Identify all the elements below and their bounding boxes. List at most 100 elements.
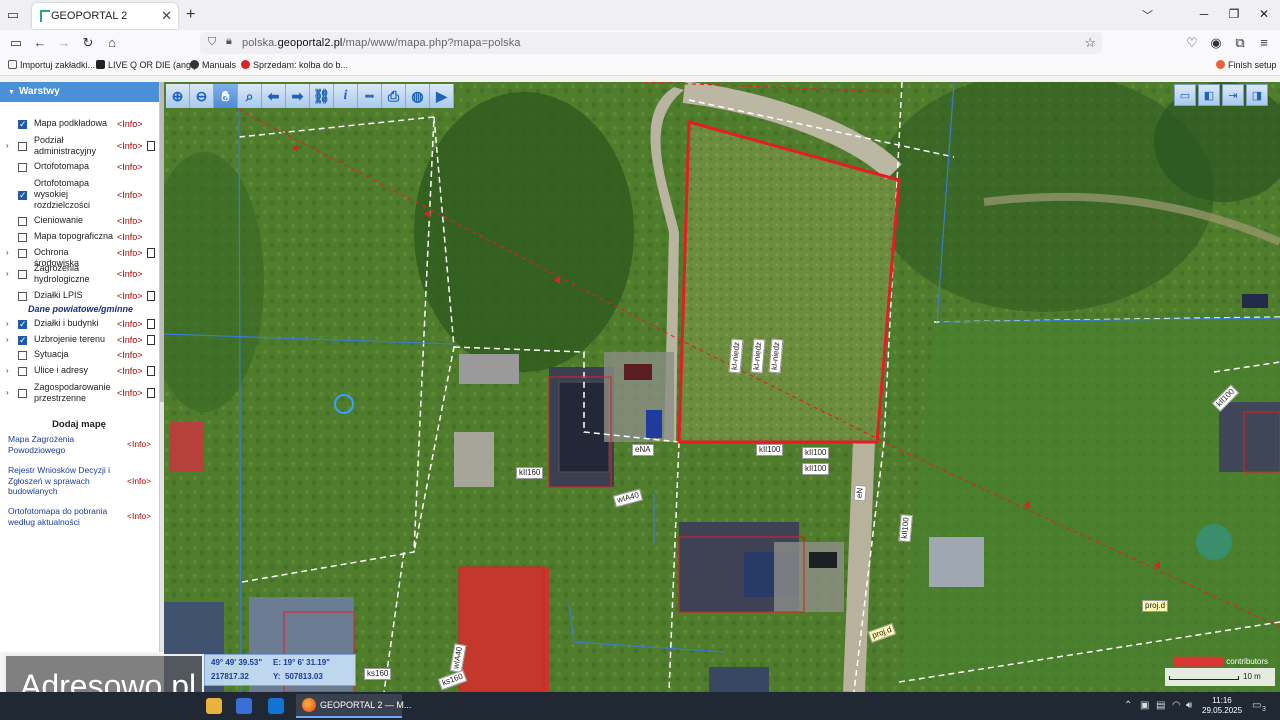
layer-row[interactable]: › Działki i budynki <Info> xyxy=(0,318,158,330)
clock[interactable]: 11:16 29.05.2025 xyxy=(1202,696,1242,716)
document-icon[interactable] xyxy=(147,291,155,301)
layer-info-link[interactable]: <Info> xyxy=(117,388,143,398)
restore-icon[interactable]: ❐ xyxy=(1224,7,1244,21)
bookmark-manuals[interactable]: Manuals xyxy=(190,60,236,70)
document-icon[interactable] xyxy=(147,366,155,376)
layer-checkbox[interactable] xyxy=(18,367,27,376)
layer-row[interactable]: › Zagospodarowanie przestrzenne <Info> xyxy=(0,382,158,404)
layer-info-link[interactable]: <Info> xyxy=(117,232,143,242)
bookmark-import[interactable]: Importuj zakładki... xyxy=(8,60,95,70)
reload-icon[interactable]: ↻ xyxy=(80,35,96,51)
layer-checkbox[interactable] xyxy=(18,351,27,360)
measure-icon[interactable]: ┅ xyxy=(358,84,382,108)
tray-app-icon[interactable]: ▤ xyxy=(1156,700,1165,711)
layer-row[interactable]: Cieniowanie <Info> xyxy=(0,215,158,226)
export-icon[interactable]: ⇥ xyxy=(1222,84,1244,106)
layer-info-link[interactable]: <Info> xyxy=(117,162,143,172)
layer-row[interactable]: Sytuacja <Info> xyxy=(0,349,158,360)
layer-checkbox[interactable] xyxy=(18,318,27,330)
layer-row[interactable]: Działki LPIS <Info> xyxy=(0,290,158,301)
tab-overview-icon[interactable]: ▭ xyxy=(4,6,22,24)
previous-view-icon[interactable]: ⬅︎ xyxy=(262,84,286,108)
expand-chevron-icon[interactable]: › xyxy=(6,388,9,397)
expand-chevron-icon[interactable]: › xyxy=(6,269,9,278)
menu-icon[interactable]: ≡ xyxy=(1256,35,1272,51)
bookmark-star-icon[interactable]: ☆ xyxy=(1084,35,1096,51)
layer-row[interactable]: Mapa topograficzna <Info> xyxy=(0,231,158,242)
sidebar-toggle-icon[interactable]: ▭ xyxy=(8,35,24,51)
layer-info-link[interactable]: <Info> xyxy=(117,366,143,376)
close-tab-icon[interactable]: ✕ xyxy=(161,8,172,24)
wifi-icon[interactable]: ◠ xyxy=(1172,700,1181,711)
layer-info-link[interactable]: <Info> xyxy=(117,291,143,301)
info-icon[interactable]: i xyxy=(334,84,358,108)
layer-info-link[interactable]: <Info> xyxy=(117,319,143,329)
next-view-icon[interactable]: ➡︎ xyxy=(286,84,310,108)
layer-info-link[interactable]: <Info> xyxy=(117,350,143,360)
layer-info-link[interactable]: <Info> xyxy=(117,141,143,151)
tray-app-icon[interactable]: ▣ xyxy=(1140,700,1149,711)
layer-row[interactable]: › Ochrona środowiska <Info> xyxy=(0,247,158,268)
zoom-in-icon[interactable]: ⊕ xyxy=(166,84,190,108)
window-close-icon[interactable]: ✕ xyxy=(1254,7,1274,21)
expand-chevron-icon[interactable]: › xyxy=(6,141,9,150)
expand-chevron-icon[interactable]: › xyxy=(6,248,9,257)
account-icon[interactable]: ◉ xyxy=(1208,35,1224,51)
chevron-down-icon[interactable]: ﹀ xyxy=(1142,7,1153,23)
print-icon[interactable]: ⎙ xyxy=(382,84,406,108)
layer-info-link[interactable]: <Info> xyxy=(117,335,143,345)
map-canvas[interactable]: kIl100 kIl100 kIl100 kIl100 eNA eN kIl16… xyxy=(164,82,1280,692)
layer-checkbox[interactable] xyxy=(18,292,27,301)
extra-map-info[interactable]: <Info> xyxy=(127,476,151,486)
extra-map-link[interactable]: Ortofotomapa do pobrania według aktualno… xyxy=(8,506,120,527)
layer-checkbox[interactable] xyxy=(18,142,27,151)
video-icon[interactable]: ▶ xyxy=(430,84,454,108)
layer-row[interactable]: › Ulice i adresy <Info> xyxy=(0,365,158,376)
taskbar-firefox[interactable]: GEOPORTAL 2 — M... xyxy=(296,694,411,718)
layer-checkbox[interactable] xyxy=(18,118,27,130)
layer-row[interactable]: › Zagrożenia hydrologiczne <Info> xyxy=(0,263,158,285)
pan-hand-icon[interactable]: ✋︎ xyxy=(214,84,238,108)
url-bar[interactable]: ⛉ 🔒︎ polska.geoportal2.pl/map/www/mapa.p… xyxy=(200,32,1102,54)
forward-icon[interactable]: → xyxy=(56,35,72,51)
layer-row[interactable]: Mapa podkładowa <Info> xyxy=(0,118,158,130)
layout-left-icon[interactable]: ◧ xyxy=(1198,84,1220,106)
notifications-icon[interactable]: ▭ xyxy=(1252,700,1261,711)
layer-checkbox[interactable] xyxy=(18,189,27,201)
outlook-icon[interactable] xyxy=(268,698,284,714)
bookmark-finish-setup[interactable]: Finish setup xyxy=(1216,60,1277,70)
url-text[interactable]: polska.geoportal2.pl/map/www/mapa.php?ma… xyxy=(242,37,521,49)
home-icon[interactable]: ⌂ xyxy=(104,35,120,51)
pocket-icon[interactable]: ♡ xyxy=(1184,35,1200,51)
expand-chevron-icon[interactable]: › xyxy=(6,319,9,328)
extra-map-info[interactable]: <Info> xyxy=(127,439,151,449)
document-icon[interactable] xyxy=(147,388,155,398)
file-explorer-icon[interactable] xyxy=(206,698,222,714)
layer-row[interactable]: Ortofotomapa wysokiej rozdzielczości <Inf… xyxy=(0,178,158,211)
minimize-icon[interactable]: ─ xyxy=(1194,7,1214,21)
layer-row[interactable]: › Uzbrojenie terenu <Info> xyxy=(0,334,158,346)
layout-right-icon[interactable]: ◨ xyxy=(1246,84,1268,106)
extra-map-link[interactable]: Rejestr Wniosków Decyzji i Zgłoszeń w sp… xyxy=(8,465,120,497)
tab-geoportal[interactable]: GEOPORTAL 2 ✕ xyxy=(32,3,178,29)
layer-checkbox[interactable] xyxy=(18,389,27,398)
layer-info-link[interactable]: <Info> xyxy=(117,190,143,200)
extra-map-info[interactable]: <Info> xyxy=(127,511,151,521)
layer-checkbox[interactable] xyxy=(18,334,27,346)
layer-checkbox[interactable] xyxy=(18,249,27,258)
back-icon[interactable]: ← xyxy=(32,35,48,51)
tray-chevron-icon[interactable]: ⌃ xyxy=(1124,700,1132,711)
layer-row[interactable]: › Podział administracyjny <Info> xyxy=(0,135,158,157)
layers-header[interactable]: ▼ Warstwy xyxy=(0,82,159,102)
extra-map-link[interactable]: Mapa Zagrożenia Powodziowego xyxy=(8,434,120,455)
layer-checkbox[interactable] xyxy=(18,163,27,172)
volume-icon[interactable]: 🔊︎ xyxy=(1186,700,1192,711)
expand-chevron-icon[interactable]: › xyxy=(6,366,9,375)
zoom-out-icon[interactable]: ⊖ xyxy=(190,84,214,108)
document-icon[interactable] xyxy=(147,248,155,258)
link-icon[interactable]: ⛓︎ xyxy=(310,84,334,108)
document-icon[interactable] xyxy=(147,319,155,329)
layer-checkbox[interactable] xyxy=(18,270,27,279)
document-icon[interactable] xyxy=(147,141,155,151)
layer-info-link[interactable]: <Info> xyxy=(117,119,143,129)
